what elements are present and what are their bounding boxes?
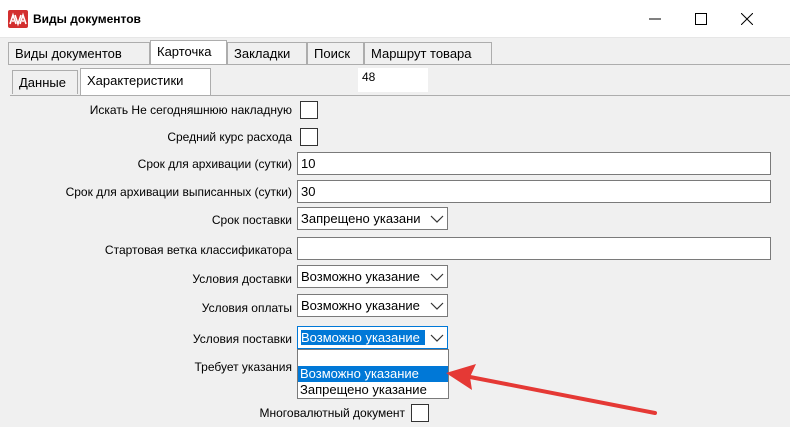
tab-product-route[interactable]: Маршрут товара	[364, 42, 492, 64]
multicurrency-label: Многовалютный документ	[259, 406, 406, 420]
payment-cond-select[interactable]: Возможно указание	[297, 294, 448, 317]
supply-cond-value: Возможно указание	[301, 330, 425, 345]
minimize-icon	[649, 18, 661, 20]
dropdown-option-forbidden[interactable]: Запрещено указание	[298, 382, 448, 398]
supply-cond-select[interactable]: Возможно указание	[297, 326, 448, 349]
tab-doc-types[interactable]: Виды документов	[8, 42, 150, 64]
start-branch-input[interactable]	[297, 237, 771, 260]
chevron-down-icon	[430, 215, 444, 223]
supply-cond-label: Условия поставки	[192, 332, 292, 346]
chevron-down-icon	[430, 273, 444, 281]
delivery-term-select[interactable]: Запрещено указани	[297, 207, 448, 230]
record-id: 48	[358, 68, 428, 92]
start-branch-label: Стартовая ветка классификатора	[104, 243, 292, 257]
multicurrency-checkbox[interactable]	[411, 404, 429, 422]
annotation-arrow-icon	[446, 364, 657, 415]
payment-cond-label: Условия оплаты	[201, 301, 292, 315]
tab-bookmarks[interactable]: Закладки	[227, 42, 307, 64]
chevron-down-icon	[430, 334, 444, 342]
maximize-button[interactable]	[678, 0, 724, 38]
tab-strip-line	[8, 64, 790, 65]
window-title: Виды документов	[33, 12, 141, 26]
tab-search[interactable]: Поиск	[307, 42, 364, 64]
requires-label: Требует указания	[194, 360, 292, 374]
delivery-term-value: Запрещено указани	[301, 211, 421, 226]
subtab-data[interactable]: Данные	[12, 70, 78, 94]
title-bar[interactable]: Виды документов	[0, 0, 790, 38]
delivery-cond-select[interactable]: Возможно указание	[297, 265, 448, 288]
minimize-button[interactable]	[632, 0, 678, 38]
app-logo-icon	[8, 10, 28, 28]
chevron-down-icon	[430, 302, 444, 310]
close-button[interactable]	[724, 0, 770, 38]
archive-days-label: Срок для архивации (сутки)	[137, 157, 292, 171]
archive-issued-label: Срок для архивации выписанных (сутки)	[65, 185, 292, 199]
payment-cond-value: Возможно указание	[301, 298, 420, 313]
delivery-term-label: Срок поставки	[211, 213, 292, 227]
avg-rate-label: Средний курс расхода	[167, 130, 292, 144]
subtab-characteristics[interactable]: Характеристики	[80, 68, 211, 95]
dropdown-option-possible[interactable]: Возможно указание	[298, 366, 448, 382]
search-not-today-label: Искать Не сегодняшнюю накладную	[89, 103, 292, 117]
archive-issued-input[interactable]: 30	[297, 180, 771, 203]
delivery-cond-label: Условия доставки	[192, 272, 292, 286]
maximize-icon	[695, 13, 707, 25]
delivery-cond-value: Возможно указание	[301, 269, 420, 284]
dropdown-option-empty[interactable]	[298, 350, 448, 366]
supply-cond-dropdown-list[interactable]: Возможно указание Запрещено указание	[297, 349, 449, 399]
avg-rate-checkbox[interactable]	[300, 128, 318, 146]
tab-card[interactable]: Карточка	[150, 40, 227, 64]
search-not-today-checkbox[interactable]	[300, 101, 318, 119]
archive-days-input[interactable]: 10	[297, 152, 771, 175]
close-icon	[741, 13, 753, 25]
